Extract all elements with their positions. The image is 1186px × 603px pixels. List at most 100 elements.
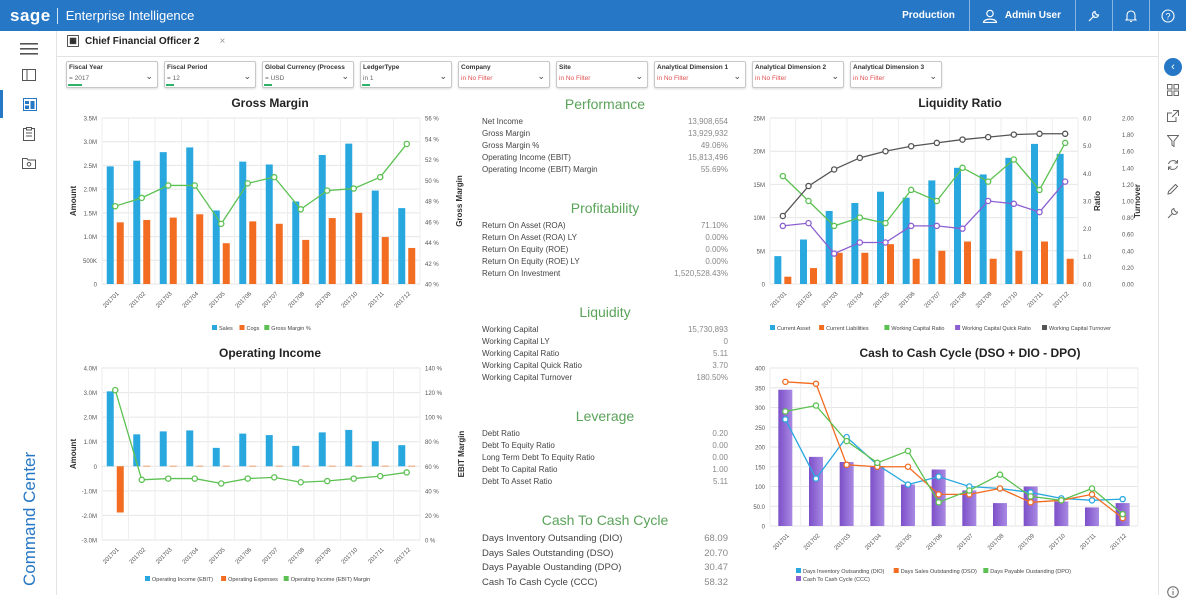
line-point[interactable] bbox=[984, 197, 992, 205]
bar-operating-income-ebit-[interactable] bbox=[159, 431, 167, 467]
bar-current-liabilities[interactable] bbox=[964, 241, 971, 284]
filter-analytical-dimension-3[interactable]: Analytical Dimension 3 in No Filter ⌄ bbox=[850, 61, 942, 88]
line-point[interactable] bbox=[907, 186, 915, 194]
line-point[interactable] bbox=[244, 475, 251, 482]
bar-operating-expenses[interactable] bbox=[116, 466, 124, 513]
line-point[interactable] bbox=[856, 154, 864, 162]
line-point[interactable] bbox=[843, 461, 850, 469]
line-point[interactable] bbox=[323, 187, 331, 194]
bar-sales[interactable] bbox=[212, 210, 220, 284]
line-point[interactable] bbox=[1027, 493, 1034, 500]
line-point[interactable] bbox=[1061, 130, 1069, 138]
line-point[interactable] bbox=[935, 473, 942, 480]
bar-operating-expenses[interactable] bbox=[408, 465, 416, 467]
line-point[interactable] bbox=[882, 147, 889, 155]
line-point[interactable] bbox=[1119, 510, 1126, 518]
brand-logo[interactable]: sage bbox=[10, 6, 51, 26]
dashboard-icon[interactable] bbox=[0, 90, 57, 118]
bar-sales[interactable] bbox=[186, 147, 194, 284]
bar-operating-expenses[interactable] bbox=[143, 465, 151, 467]
bar-operating-income-ebit-[interactable] bbox=[292, 445, 300, 467]
chevron-down-icon[interactable]: ⌄ bbox=[929, 71, 937, 82]
bar-sales[interactable] bbox=[239, 161, 247, 284]
chevron-down-icon[interactable]: ⌄ bbox=[831, 71, 839, 82]
line-point[interactable] bbox=[904, 481, 912, 488]
bar-cogs[interactable] bbox=[381, 237, 389, 284]
line-point[interactable] bbox=[350, 185, 357, 192]
bar-current-liabilities[interactable] bbox=[1041, 241, 1048, 284]
filter-fiscal-period[interactable]: Fiscal Period = 12 ⌄ bbox=[164, 61, 256, 88]
bar-operating-expenses[interactable] bbox=[249, 465, 257, 467]
line-point[interactable] bbox=[996, 485, 1004, 492]
bar-current-liabilities[interactable] bbox=[784, 276, 792, 284]
line-point[interactable] bbox=[959, 225, 966, 232]
bar-sales[interactable] bbox=[345, 143, 353, 284]
line-point[interactable] bbox=[1027, 499, 1034, 506]
help-icon[interactable]: ? bbox=[1150, 0, 1186, 31]
tab-close-icon[interactable]: × bbox=[219, 36, 225, 47]
line-point[interactable] bbox=[403, 140, 410, 148]
line-point[interactable] bbox=[933, 197, 941, 205]
line-point[interactable] bbox=[874, 459, 881, 467]
line-point[interactable] bbox=[165, 182, 172, 189]
line-point[interactable] bbox=[1088, 491, 1096, 498]
line-point[interactable] bbox=[779, 212, 787, 220]
bar-operating-expenses[interactable] bbox=[355, 465, 363, 467]
filter-company[interactable]: Company in No Filter ⌄ bbox=[458, 61, 550, 88]
line-point[interactable] bbox=[270, 474, 278, 481]
line-point[interactable] bbox=[907, 222, 915, 230]
bar-operating-income-ebit-[interactable] bbox=[265, 435, 273, 467]
chevron-down-icon[interactable]: ⌄ bbox=[439, 71, 447, 82]
bar-current-liabilities[interactable] bbox=[938, 250, 946, 284]
filter-global-currency-process-p[interactable]: Global Currency (Process P... = USD ⌄ bbox=[262, 61, 354, 88]
line-point[interactable] bbox=[350, 475, 357, 482]
tools-icon[interactable] bbox=[1159, 202, 1186, 224]
edit-pencil-icon[interactable] bbox=[1159, 178, 1186, 200]
bar-cash-to-cash-cycle-ccc-[interactable] bbox=[870, 465, 885, 526]
line-point[interactable] bbox=[907, 142, 915, 150]
bar-operating-expenses[interactable] bbox=[275, 465, 283, 467]
bar-sales[interactable] bbox=[159, 152, 167, 284]
bar-current-asset[interactable] bbox=[800, 239, 807, 284]
bar-cash-to-cash-cycle-ccc-[interactable] bbox=[809, 456, 823, 526]
chevron-down-icon[interactable]: ⌄ bbox=[341, 71, 349, 82]
settings-wrench-icon[interactable] bbox=[1076, 0, 1112, 31]
bar-operating-income-ebit-[interactable] bbox=[212, 447, 220, 467]
filter-site[interactable]: Site in No Filter ⌄ bbox=[556, 61, 648, 88]
line-point[interactable] bbox=[217, 480, 225, 487]
line-point[interactable] bbox=[1036, 208, 1043, 216]
line-point[interactable] bbox=[270, 173, 278, 181]
line-point[interactable] bbox=[933, 222, 941, 230]
bar-cash-to-cash-cycle-ccc-[interactable] bbox=[1085, 507, 1099, 526]
folder-icon[interactable] bbox=[0, 149, 57, 177]
line-point[interactable] bbox=[376, 173, 384, 181]
line-point[interactable] bbox=[830, 166, 838, 173]
bar-current-liabilities[interactable] bbox=[861, 252, 869, 284]
bar-sales[interactable] bbox=[106, 166, 114, 284]
bar-current-asset[interactable] bbox=[928, 180, 936, 284]
command-center-label[interactable]: Command Center bbox=[20, 452, 40, 586]
line-point[interactable] bbox=[244, 180, 251, 187]
bar-current-liabilities[interactable] bbox=[835, 252, 843, 284]
bar-cash-to-cash-cycle-ccc-[interactable] bbox=[1054, 501, 1069, 526]
line-point[interactable] bbox=[1061, 139, 1069, 147]
layout-icon[interactable] bbox=[0, 61, 57, 89]
bar-current-asset[interactable] bbox=[954, 167, 961, 284]
bar-current-liabilities[interactable] bbox=[887, 244, 894, 284]
bar-operating-income-ebit-[interactable] bbox=[371, 441, 379, 467]
line-point[interactable] bbox=[1036, 130, 1043, 138]
environment-label[interactable]: Production bbox=[902, 10, 955, 21]
bar-cogs[interactable] bbox=[169, 217, 177, 284]
line-point[interactable] bbox=[959, 136, 966, 143]
bar-operating-income-ebit-[interactable] bbox=[186, 430, 194, 467]
chevron-down-icon[interactable]: ⌄ bbox=[733, 71, 741, 82]
bar-current-asset[interactable] bbox=[1056, 153, 1064, 284]
bell-icon[interactable] bbox=[1113, 0, 1149, 31]
line-point[interactable] bbox=[1088, 497, 1096, 504]
line-point[interactable] bbox=[904, 447, 912, 455]
line-point[interactable] bbox=[782, 408, 789, 415]
bar-cash-to-cash-cycle-ccc-[interactable] bbox=[839, 462, 854, 526]
line-point[interactable] bbox=[935, 499, 942, 506]
line-point[interactable] bbox=[112, 202, 119, 210]
bar-cogs[interactable] bbox=[275, 223, 283, 284]
